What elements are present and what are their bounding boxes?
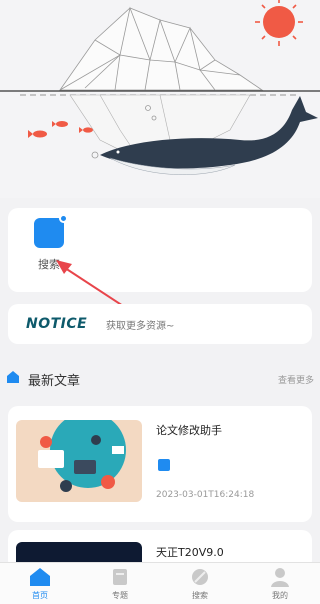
notice-bar[interactable]: NOTICE 获取更多资源~ [8, 304, 312, 344]
iceberg [59, 6, 264, 91]
home-icon [7, 371, 19, 383]
notice-text: 获取更多资源~ [106, 321, 175, 332]
view-more-link[interactable]: 查看更多 [278, 373, 314, 386]
home-icon [30, 568, 50, 586]
latest-articles-header: 最新文章 查看更多 [0, 362, 320, 392]
tab-home[interactable]: 首页 [0, 563, 80, 604]
iceberg-whale-illustration [0, 0, 320, 175]
tab-topic[interactable]: 专题 [80, 563, 160, 604]
article-title: 天正T20V9.0 [156, 546, 224, 559]
tab-label: 搜索 [192, 591, 208, 600]
topic-icon [113, 569, 127, 585]
fish-group [28, 121, 93, 138]
tab-search[interactable]: 搜索 [160, 563, 240, 604]
sun-icon [263, 6, 295, 38]
user-icon [271, 568, 289, 587]
article-title: 论文修改助手 [156, 424, 222, 437]
hero-banner [0, 0, 320, 198]
category-badge-icon [158, 459, 170, 471]
search-shortcut-icon[interactable] [34, 214, 68, 248]
search-icon [192, 569, 208, 585]
bottom-tab-bar: 首页 专题 搜索 我的 [0, 562, 320, 604]
tab-label: 专题 [112, 591, 128, 600]
tab-label: 我的 [272, 591, 288, 600]
article-date: 2023-03-01T16:24:18 [156, 490, 255, 500]
article-thumbnail [16, 420, 142, 502]
article-card[interactable]: 论文修改助手 2023-03-01T16:24:18 [8, 406, 312, 522]
tab-profile[interactable]: 我的 [240, 563, 320, 604]
section-title: 最新文章 [28, 374, 81, 389]
notice-title: NOTICE [26, 316, 88, 332]
tab-label: 首页 [32, 591, 48, 600]
